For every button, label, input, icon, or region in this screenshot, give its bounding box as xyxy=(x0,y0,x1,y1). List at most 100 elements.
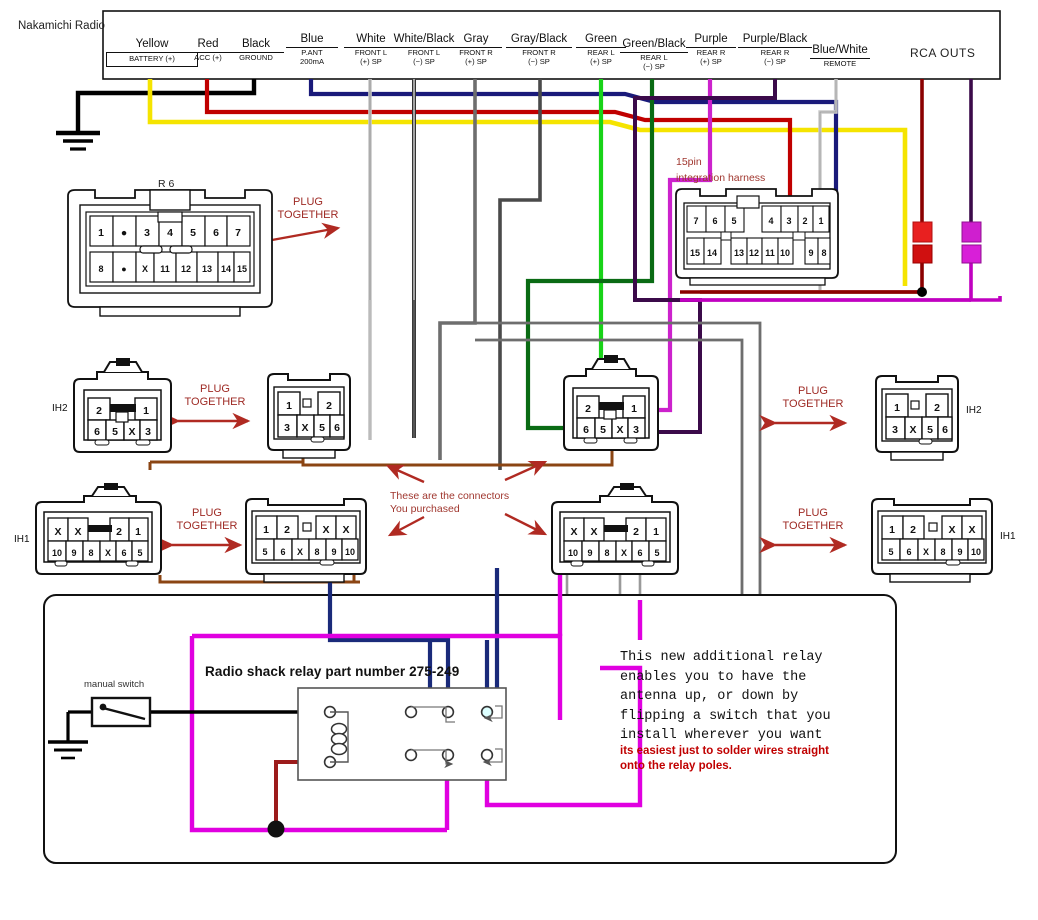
pin-number: 14 xyxy=(707,248,717,258)
pin-number: 2 xyxy=(326,400,332,412)
rca-jack-right xyxy=(962,222,981,263)
pin-number: 1 xyxy=(263,524,269,536)
harness-caption-line1: 15pin xyxy=(676,156,702,169)
connector-ih2-left[interactable] xyxy=(74,358,171,452)
wire-name: Purple/Black xyxy=(738,33,812,45)
pin-number: 3 xyxy=(144,227,150,239)
pin-number: 5 xyxy=(137,548,142,558)
note-line1: These are the connectors xyxy=(390,490,540,503)
pin-number: 1 xyxy=(894,402,900,414)
plug-together-ih2-right: PLUG TOGETHER xyxy=(768,385,858,411)
plug-line1: PLUG xyxy=(162,507,252,520)
connector-ih2-right[interactable] xyxy=(876,376,958,460)
wire-header-purple-black: Purple/Black REAR R(−) SP xyxy=(738,33,812,66)
plug-together-ih1-left: PLUG TOGETHER xyxy=(162,507,252,533)
r6-label: R 6 xyxy=(158,178,174,190)
wire-function: FRONT R(+) SP xyxy=(450,47,502,66)
pin-number: 10 xyxy=(568,548,578,558)
pin-number: 8 xyxy=(314,547,319,557)
pin-number: 1 xyxy=(143,405,149,417)
pin-number: 11 xyxy=(765,248,775,258)
pin-number: 4 xyxy=(768,216,773,226)
pin-number: 9 xyxy=(808,248,813,258)
pin-number: 12 xyxy=(181,264,191,274)
pin-number: 6 xyxy=(334,422,340,434)
pin-number: 9 xyxy=(957,547,962,557)
pin-number: 10 xyxy=(780,248,790,258)
wire-function: REAR R(+) SP xyxy=(686,47,736,66)
pin-number: 3 xyxy=(145,426,151,438)
plug-line2: TOGETHER xyxy=(170,396,260,409)
pin-number: 6 xyxy=(121,548,126,558)
pin-number: 5 xyxy=(262,547,267,557)
pin-number: 2 xyxy=(96,405,102,417)
wire-gray-frontr-pos xyxy=(440,79,475,460)
pin-number: X xyxy=(301,422,308,434)
plug-line1: PLUG xyxy=(768,385,858,398)
ih1-right-tag: IH1 xyxy=(1000,531,1016,542)
wire-header-purple: Purple REAR R(+) SP xyxy=(686,33,736,66)
relay-part-number-label: Radio shack relay part number 275-249 xyxy=(205,664,459,679)
connector-r6[interactable] xyxy=(68,190,272,316)
wire-function: P.ANT200mA xyxy=(286,47,338,66)
connector-ih2-center[interactable] xyxy=(564,355,658,450)
pin-number: 8 xyxy=(88,548,93,558)
diagram-svg: 1●345678●X111213141576543211514131211109… xyxy=(0,0,1038,920)
pin-number: 5 xyxy=(112,426,118,438)
pin-number: 8 xyxy=(98,264,103,274)
pin-number: X xyxy=(948,524,955,536)
pin-number: 6 xyxy=(712,216,717,226)
pin-number: 1 xyxy=(98,227,104,239)
pin-number: 6 xyxy=(213,227,219,239)
connector-ih2-mid[interactable] xyxy=(268,374,350,458)
pin-number: 2 xyxy=(585,403,591,415)
connector-ih1-right[interactable] xyxy=(872,499,992,582)
plug-arrow-r6 xyxy=(272,228,338,240)
pin-number: X xyxy=(621,548,627,558)
wire-header-gray-black: Gray/Black FRONT R(−) SP xyxy=(506,33,572,66)
pin-number: X xyxy=(128,426,135,438)
plug-together-ih1-right: PLUG TOGETHER xyxy=(768,507,858,533)
wire-header-green: Green REAR L(+) SP xyxy=(576,33,626,66)
note-line2: You purchased xyxy=(390,503,540,516)
pin-number: 10 xyxy=(971,547,981,557)
pin-number: 5 xyxy=(600,424,606,436)
pin-number: 8 xyxy=(940,547,945,557)
pin-number: 2 xyxy=(116,526,122,538)
connector-integration-harness[interactable] xyxy=(676,189,838,285)
pin-number: X xyxy=(105,548,111,558)
wire-header-black: Black GROUND xyxy=(228,38,284,63)
pin-number: 6 xyxy=(583,424,589,436)
plug-line1: PLUG xyxy=(262,196,354,209)
pin-number: 8 xyxy=(821,248,826,258)
connectors-purchased-note: These are the connectors You purchased xyxy=(390,490,540,516)
wire-header-blue: Blue P.ANT200mA xyxy=(286,33,338,66)
ih2-right-tag: IH2 xyxy=(966,405,982,416)
pin-number: 15 xyxy=(237,264,247,274)
plug-line1: PLUG xyxy=(170,383,260,396)
wire-function: REAR L(−) SP xyxy=(620,52,688,71)
pin-number: 1 xyxy=(889,524,895,536)
harness-caption-line2: integration harness xyxy=(676,172,765,185)
pin-number: 3 xyxy=(786,216,791,226)
relay-note-secondary: its easiest just to solder wires straigh… xyxy=(620,744,829,774)
pin-number: X xyxy=(909,424,916,436)
rca-outs-label: RCA OUTS xyxy=(910,46,975,60)
pin-number: 6 xyxy=(280,547,285,557)
wiring-diagram-canvas: 1●345678●X111213141576543211514131211109… xyxy=(0,0,1038,920)
pin-number: 9 xyxy=(331,547,336,557)
manual-switch-label: manual switch xyxy=(84,679,144,690)
pin-number: X xyxy=(142,264,148,274)
wire-name: Black xyxy=(228,38,284,50)
pin-number: 3 xyxy=(892,424,898,436)
wire-header-blue-white: Blue/White REMOTE xyxy=(810,44,870,69)
wire-function: FRONT R(−) SP xyxy=(506,47,572,66)
pin-number: 2 xyxy=(802,216,807,226)
pin-number: 2 xyxy=(934,402,940,414)
pin-number: X xyxy=(74,526,81,538)
connector-ih1-mid[interactable] xyxy=(246,499,366,582)
plug-together-r6: PLUG TOGETHER xyxy=(262,196,354,222)
wire-function: REAR L(+) SP xyxy=(576,47,626,66)
pin-number: 1 xyxy=(653,526,659,538)
relay-note-primary: This new additional relay enables you to… xyxy=(620,648,831,746)
